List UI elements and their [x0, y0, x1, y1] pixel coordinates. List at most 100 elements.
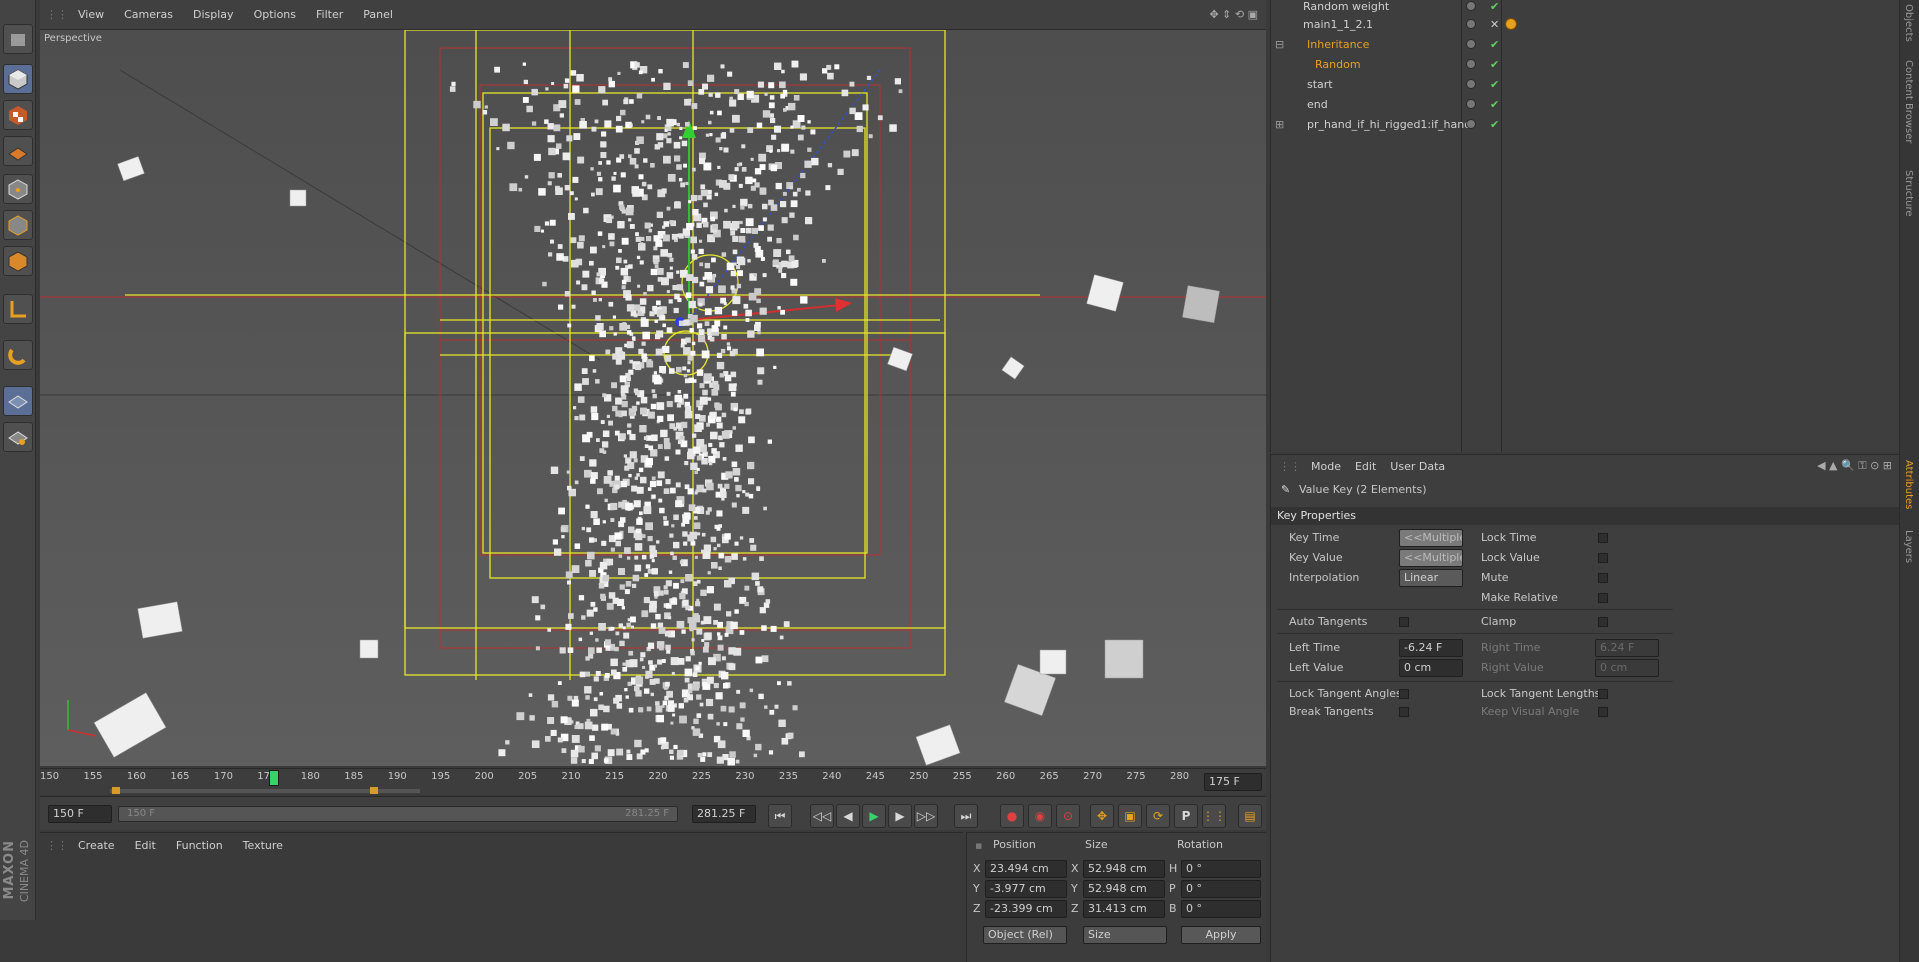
interpolation-select[interactable]: Linear	[1399, 569, 1463, 587]
break-tangents-checkbox[interactable]	[1399, 707, 1409, 717]
rot-b-field[interactable]: 0 °	[1181, 900, 1261, 918]
menu-options[interactable]: Options	[254, 8, 296, 21]
range-start-marker[interactable]	[112, 787, 120, 794]
left-time-field[interactable]: -6.24 F	[1399, 639, 1463, 657]
menu-view[interactable]: View	[78, 8, 104, 21]
play-button[interactable]: ▶	[862, 804, 886, 828]
visibility-dot[interactable]	[1466, 59, 1476, 69]
size-y-field[interactable]: 52.948 cm	[1083, 880, 1165, 898]
visibility-dot[interactable]	[1466, 19, 1476, 29]
size-z-field[interactable]: 31.413 cm	[1083, 900, 1165, 918]
coordinate-mode-select[interactable]: Object (Rel)	[983, 926, 1067, 944]
menu-panel[interactable]: Panel	[363, 8, 393, 21]
disabled-tag-icon[interactable]	[1505, 18, 1517, 30]
attr-menu-user-data[interactable]: User Data	[1390, 460, 1445, 473]
lock-tangent-lengths-checkbox[interactable]	[1598, 689, 1608, 699]
material-menu-texture[interactable]: Texture	[243, 839, 283, 852]
size-x-field[interactable]: 52.948 cm	[1083, 860, 1165, 878]
enabled-check-icon[interactable]: ✔	[1490, 98, 1499, 111]
record-scale-button[interactable]: ▣	[1118, 804, 1142, 828]
prev-frame-button[interactable]: ◀	[836, 804, 860, 828]
workplane-mode-icon[interactable]	[3, 136, 33, 166]
make-relative-checkbox[interactable]	[1598, 593, 1608, 603]
rot-p-field[interactable]: 0 °	[1181, 880, 1261, 898]
record-rotation-button[interactable]: ⟳	[1146, 804, 1170, 828]
current-frame-field[interactable]: 175 F	[1204, 773, 1262, 791]
object-row-hand-rig[interactable]: ⊞ pr_hand_if_hi_rigged1:if_hand ✔	[1271, 114, 1900, 134]
enabled-check-icon[interactable]: ✔	[1490, 38, 1499, 51]
preview-range-slider[interactable]: 150 F 281.25 F	[118, 806, 678, 822]
tab-attributes[interactable]: Attributes	[1903, 460, 1914, 509]
axis-mode-icon[interactable]	[3, 294, 33, 324]
left-value-field[interactable]: 0 cm	[1399, 659, 1463, 677]
clamp-checkbox[interactable]	[1598, 617, 1608, 627]
lock-tangent-angles-checkbox[interactable]	[1399, 689, 1409, 699]
prev-key-button[interactable]: ◁◁	[810, 804, 834, 828]
end-frame-field[interactable]: 281.25 F	[692, 805, 756, 823]
record-pla-button[interactable]: ⋮⋮	[1202, 804, 1226, 828]
object-row-start[interactable]: start ✔	[1271, 74, 1900, 94]
key-value-field[interactable]: <<Multiple	[1399, 549, 1463, 567]
locked-workplane-icon[interactable]	[3, 422, 33, 452]
start-frame-field[interactable]: 150 F	[48, 805, 112, 823]
expand-icon[interactable]: ⊟	[1275, 38, 1284, 51]
menu-filter[interactable]: Filter	[316, 8, 343, 21]
viewport[interactable]: Perspective	[40, 30, 1266, 766]
enabled-check-icon[interactable]: ✔	[1490, 0, 1499, 13]
apply-button[interactable]: Apply	[1181, 926, 1261, 944]
go-to-end-button[interactable]: ⏭	[954, 804, 978, 828]
attr-menu-mode[interactable]: Mode	[1311, 460, 1341, 473]
enabled-check-icon[interactable]: ✔	[1490, 78, 1499, 91]
playhead-marker[interactable]	[269, 770, 279, 786]
texture-mode-icon[interactable]	[3, 100, 33, 130]
visibility-dot[interactable]	[1466, 119, 1476, 129]
viewport-nav-icons[interactable]: ✥ ⇕ ⟲ ▣	[1209, 8, 1258, 21]
grid-plane-icon[interactable]	[3, 386, 33, 416]
object-row-inheritance[interactable]: ⊟ Inheritance ✔	[1271, 34, 1900, 54]
lock-value-checkbox[interactable]	[1598, 553, 1608, 563]
model-mode-icon[interactable]	[3, 64, 33, 94]
lock-time-checkbox[interactable]	[1598, 533, 1608, 543]
key-time-field[interactable]: <<Multiple	[1399, 529, 1463, 547]
material-menu-edit[interactable]: Edit	[135, 839, 156, 852]
menu-display[interactable]: Display	[193, 8, 234, 21]
tab-layers[interactable]: Layers	[1903, 530, 1914, 563]
timeline[interactable]: 150 155 160 165 170 175 180 185 190 195 200 205 210 2…	[40, 768, 1266, 794]
pos-x-field[interactable]: 23.494 cm	[985, 860, 1067, 878]
edit-render-icon[interactable]: ✕	[1490, 18, 1499, 31]
material-menu-function[interactable]: Function	[176, 839, 223, 852]
next-key-button[interactable]: ▷▷	[914, 804, 938, 828]
undo-view-icon[interactable]	[3, 24, 33, 54]
autokey-button[interactable]: ◉	[1028, 804, 1052, 828]
attr-nav-icons[interactable]: ◀ ▲ 🔍 ⚿ ⊙ ⊞	[1817, 459, 1892, 473]
size-mode-select[interactable]: Size	[1083, 926, 1167, 944]
menu-cameras[interactable]: Cameras	[124, 8, 173, 21]
rot-h-field[interactable]: 0 °	[1181, 860, 1261, 878]
attr-menu-edit[interactable]: Edit	[1355, 460, 1376, 473]
auto-tangents-checkbox[interactable]	[1399, 617, 1409, 627]
visibility-dot[interactable]	[1466, 79, 1476, 89]
object-row-random[interactable]: Random ✔	[1271, 54, 1900, 74]
visibility-dot[interactable]	[1466, 99, 1476, 109]
enabled-check-icon[interactable]: ✔	[1490, 58, 1499, 71]
scheme-menu-button[interactable]: ▤	[1238, 804, 1262, 828]
record-key-button[interactable]: ●	[1000, 804, 1024, 828]
tab-content-browser[interactable]: Content Browser	[1903, 60, 1914, 143]
range-end-marker[interactable]	[370, 787, 378, 794]
pos-y-field[interactable]: -3.977 cm	[985, 880, 1067, 898]
visibility-dot[interactable]	[1466, 39, 1476, 49]
tab-objects[interactable]: Objects	[1903, 4, 1914, 42]
go-to-start-button[interactable]: ⏮	[768, 804, 792, 828]
record-position-button[interactable]: ✥	[1090, 804, 1114, 828]
tab-structure[interactable]: Structure	[1903, 170, 1914, 217]
object-row-end[interactable]: end ✔	[1271, 94, 1900, 114]
pos-z-field[interactable]: -23.399 cm	[985, 900, 1067, 918]
snap-magnet-icon[interactable]	[3, 340, 33, 370]
enabled-check-icon[interactable]: ✔	[1490, 118, 1499, 131]
edges-mode-icon[interactable]	[3, 210, 33, 240]
polygons-mode-icon[interactable]	[3, 246, 33, 276]
material-menu-create[interactable]: Create	[78, 839, 115, 852]
record-parameter-button[interactable]: P	[1174, 804, 1198, 828]
expand-icon[interactable]: ⊞	[1275, 118, 1284, 131]
keyframe-selection-button[interactable]: ⊙	[1056, 804, 1080, 828]
